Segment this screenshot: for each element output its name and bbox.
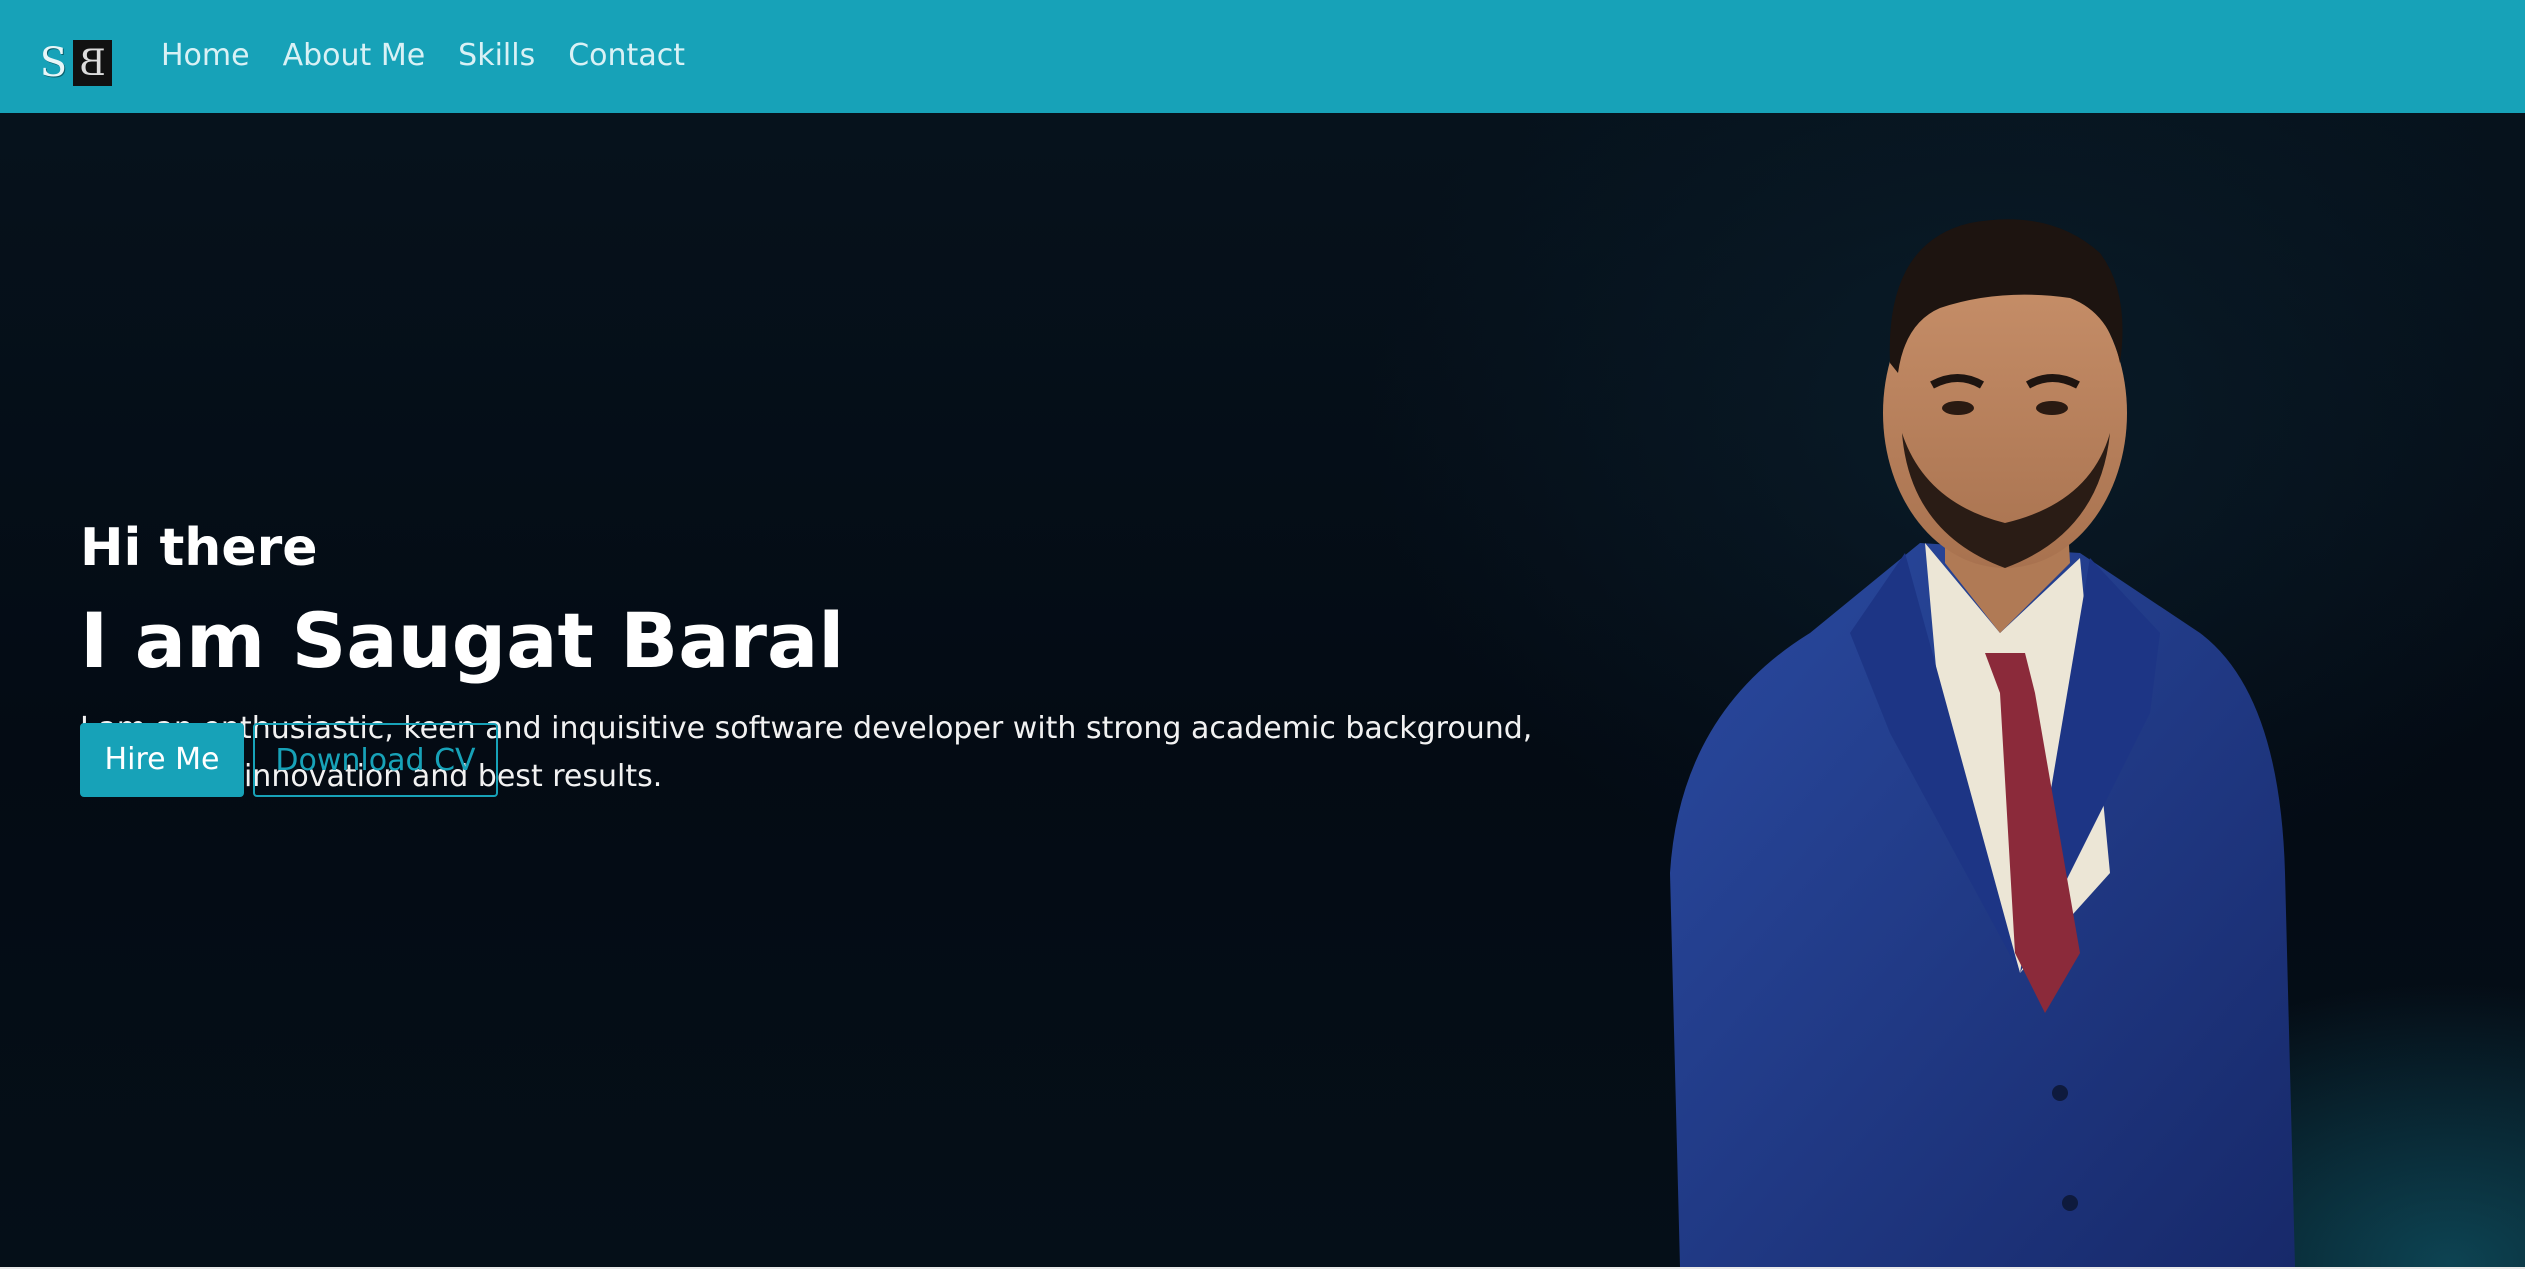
left-eye bbox=[1942, 401, 1974, 415]
hero-greeting: Hi there bbox=[80, 518, 318, 578]
download-cv-button[interactable]: Download CV bbox=[253, 723, 498, 797]
top-navbar: S B Home About Me Skills Contact bbox=[0, 0, 2525, 113]
hire-me-button[interactable]: Hire Me bbox=[80, 723, 244, 797]
nav-link-skills[interactable]: Skills bbox=[458, 34, 535, 78]
hero-buttons: Hire Me Download CV bbox=[80, 723, 498, 797]
nav-link-about-me[interactable]: About Me bbox=[283, 34, 426, 78]
hero-name: I am Saugat Baral bbox=[80, 596, 845, 685]
nav-links: Home About Me Skills Contact bbox=[161, 34, 685, 78]
nav-link-home[interactable]: Home bbox=[161, 34, 250, 78]
hero-section: Hi there I am Saugat Baral I am an enthu… bbox=[0, 113, 2525, 1267]
jacket-button-1 bbox=[2052, 1085, 2068, 1101]
portrait-photo bbox=[1670, 219, 2295, 1267]
nav-link-contact[interactable]: Contact bbox=[568, 34, 685, 78]
logo-letter-b: B bbox=[73, 40, 112, 86]
jacket-button-2 bbox=[2062, 1195, 2078, 1211]
right-eye bbox=[2036, 401, 2068, 415]
logo-letter-s: S bbox=[39, 40, 68, 86]
site-logo[interactable]: S B bbox=[34, 40, 112, 86]
